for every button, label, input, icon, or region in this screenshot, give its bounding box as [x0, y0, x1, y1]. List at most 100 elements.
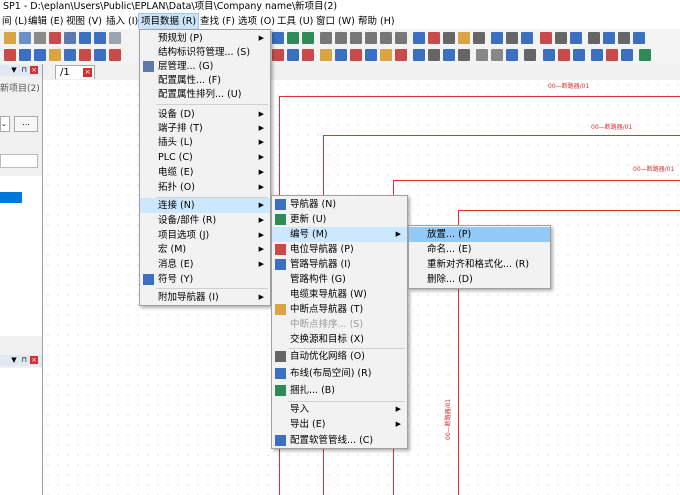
symbol-icon[interactable] — [350, 49, 362, 61]
symbol-icon[interactable] — [506, 49, 518, 61]
line-icon[interactable] — [506, 32, 518, 44]
menu-item-project-options[interactable]: 项目选项 (J) ▶ — [140, 228, 270, 243]
menu-item-connections[interactable]: 连接 (N) ▶ — [140, 198, 270, 213]
pin-icon[interactable]: ⊓ — [20, 66, 28, 74]
menu-item-terminal-strips[interactable]: 端子排 (T) ▶ — [140, 121, 270, 136]
forward-icon[interactable] — [302, 32, 314, 44]
menu-item-topology[interactable]: 拓扑 (O) ▶ — [140, 180, 270, 195]
menu-help[interactable]: 帮助 (H) — [356, 14, 397, 29]
chevron-down-icon[interactable]: ▼ — [10, 356, 18, 364]
menu-item-cables[interactable]: 电缆 (E) ▶ — [140, 165, 270, 180]
menu-item-pipeline-navigator[interactable]: 管路导航器 (I) — [272, 257, 407, 272]
menu-item-devices[interactable]: 设备 (D) ▶ — [140, 107, 270, 122]
menu-item-macros[interactable]: 宏 (M) ▶ — [140, 242, 270, 257]
arc-icon[interactable] — [540, 32, 552, 44]
cut-icon[interactable] — [49, 32, 61, 44]
open-icon[interactable] — [4, 32, 16, 44]
measure-icon[interactable] — [473, 32, 485, 44]
menu-find[interactable]: 查找 (F) — [198, 14, 237, 29]
symbol-icon[interactable] — [524, 49, 536, 61]
menu-item-symbols[interactable]: 符号 (Y) — [140, 272, 270, 287]
dimension-icon[interactable] — [618, 32, 630, 44]
zoom-icon[interactable] — [272, 32, 284, 44]
symbol-icon[interactable] — [591, 49, 603, 61]
menu-tools[interactable]: 工具 (U) — [275, 14, 315, 29]
menu-item-auto-optimize-network[interactable]: 自动优化网络 (O) — [272, 349, 407, 364]
grid-icon[interactable] — [380, 32, 392, 44]
back-icon[interactable] — [287, 32, 299, 44]
close-icon[interactable]: × — [83, 68, 92, 77]
menu-view[interactable]: 视图 (V) — [64, 14, 104, 29]
menu-item-messages[interactable]: 消息 (E) ▶ — [140, 257, 270, 272]
symbol-icon[interactable] — [606, 49, 618, 61]
menu-item-swap-source-target[interactable]: 交换源和目标 (X) — [272, 332, 407, 347]
menu-item-place[interactable]: 放置... (P) — [409, 227, 550, 242]
menu-edit[interactable]: 编辑 (E) — [26, 14, 65, 29]
toolbar-icon[interactable] — [109, 32, 121, 44]
menu-item-cable-harness-navigator[interactable]: 电缆束导航器 (W) — [272, 287, 407, 302]
menu-item-plc[interactable]: PLC (C) ▶ — [140, 150, 270, 165]
grid-icon[interactable] — [350, 32, 362, 44]
symbol-icon[interactable] — [272, 49, 284, 61]
symbol-icon[interactable] — [413, 49, 425, 61]
menu-file[interactable]: 间 (L) — [0, 14, 29, 29]
menu-item-export[interactable]: 导出 (E) ▶ — [272, 417, 407, 432]
symbol-icon[interactable] — [621, 49, 633, 61]
undo-icon[interactable] — [79, 32, 91, 44]
filter-input[interactable] — [0, 154, 38, 168]
menu-item-potential-navigator[interactable]: 电位导航器 (P) — [272, 242, 407, 257]
menu-item-configure-hose-line[interactable]: 配置软管管线... (C) — [272, 433, 407, 448]
close-icon[interactable]: × — [30, 356, 38, 364]
symbol-icon[interactable] — [395, 49, 407, 61]
symbol-icon[interactable] — [302, 49, 314, 61]
menu-project-data[interactable]: 项目数据 (R) — [137, 13, 200, 30]
menu-item-devices-parts[interactable]: 设备/部件 (R) ▶ — [140, 213, 270, 228]
font-icon[interactable] — [633, 32, 645, 44]
snap-icon[interactable] — [413, 32, 425, 44]
symbol-icon[interactable] — [380, 49, 392, 61]
symbol-icon[interactable] — [428, 49, 440, 61]
copy-icon[interactable] — [64, 32, 76, 44]
crosshair-icon[interactable] — [443, 32, 455, 44]
menu-insert[interactable]: 插入 (I) — [104, 14, 140, 29]
menu-window[interactable]: 窗口 (W) — [314, 14, 357, 29]
dropdown[interactable]: ⌄ — [0, 116, 10, 132]
menu-item-numbering[interactable]: 编号 (M) ▶ — [272, 227, 407, 242]
rect-icon[interactable] — [521, 32, 533, 44]
grid-icon[interactable] — [365, 32, 377, 44]
menu-item-routing-layout[interactable]: 布线(布局空间) (R) — [272, 366, 407, 381]
chevron-down-icon[interactable]: ▼ — [10, 66, 18, 74]
fill-icon[interactable] — [588, 32, 600, 44]
menu-item-update[interactable]: 更新 (U) — [272, 212, 407, 227]
tab-page-1[interactable]: /1 × — [55, 65, 95, 79]
menu-item-navigator[interactable]: 导航器 (N) — [272, 197, 407, 212]
polyline-icon[interactable] — [555, 32, 567, 44]
symbol-icon[interactable] — [287, 49, 299, 61]
symbol-icon[interactable] — [19, 49, 31, 61]
pin-icon[interactable]: ⊓ — [20, 356, 28, 364]
menu-item-import[interactable]: 导入 ▶ — [272, 402, 407, 417]
grid-icon[interactable] — [395, 32, 407, 44]
menu-item-plugs[interactable]: 插头 (L) ▶ — [140, 135, 270, 150]
grid-icon[interactable] — [320, 32, 332, 44]
magnet-icon[interactable] — [428, 32, 440, 44]
menu-item-realign-format[interactable]: 重新对齐和格式化... (R) — [409, 257, 550, 272]
symbol-icon[interactable] — [49, 49, 61, 61]
menu-item-interruption-sort[interactable]: 中断点排序... (S) — [272, 317, 407, 332]
more-button[interactable]: ... — [14, 116, 38, 132]
symbol-icon[interactable] — [94, 49, 106, 61]
menu-item-interruption-navigator[interactable]: 中断点导航器 (T) — [272, 302, 407, 317]
print-icon[interactable] — [34, 32, 46, 44]
pattern-icon[interactable] — [603, 32, 615, 44]
symbol-icon[interactable] — [64, 49, 76, 61]
symbol-icon[interactable] — [458, 49, 470, 61]
tree-selected-item[interactable] — [0, 192, 22, 203]
layer-icon[interactable] — [458, 32, 470, 44]
menu-item-configure-properties[interactable]: 配置属性... (F) — [140, 73, 270, 88]
menu-item-layer-management[interactable]: 层管理... (G) — [140, 59, 270, 74]
redo-icon[interactable] — [94, 32, 106, 44]
menu-options[interactable]: 选项 (O) — [236, 14, 277, 29]
menu-item-name[interactable]: 命名... (E) — [409, 242, 550, 257]
symbol-icon[interactable] — [109, 49, 121, 61]
circle-icon[interactable] — [570, 32, 582, 44]
